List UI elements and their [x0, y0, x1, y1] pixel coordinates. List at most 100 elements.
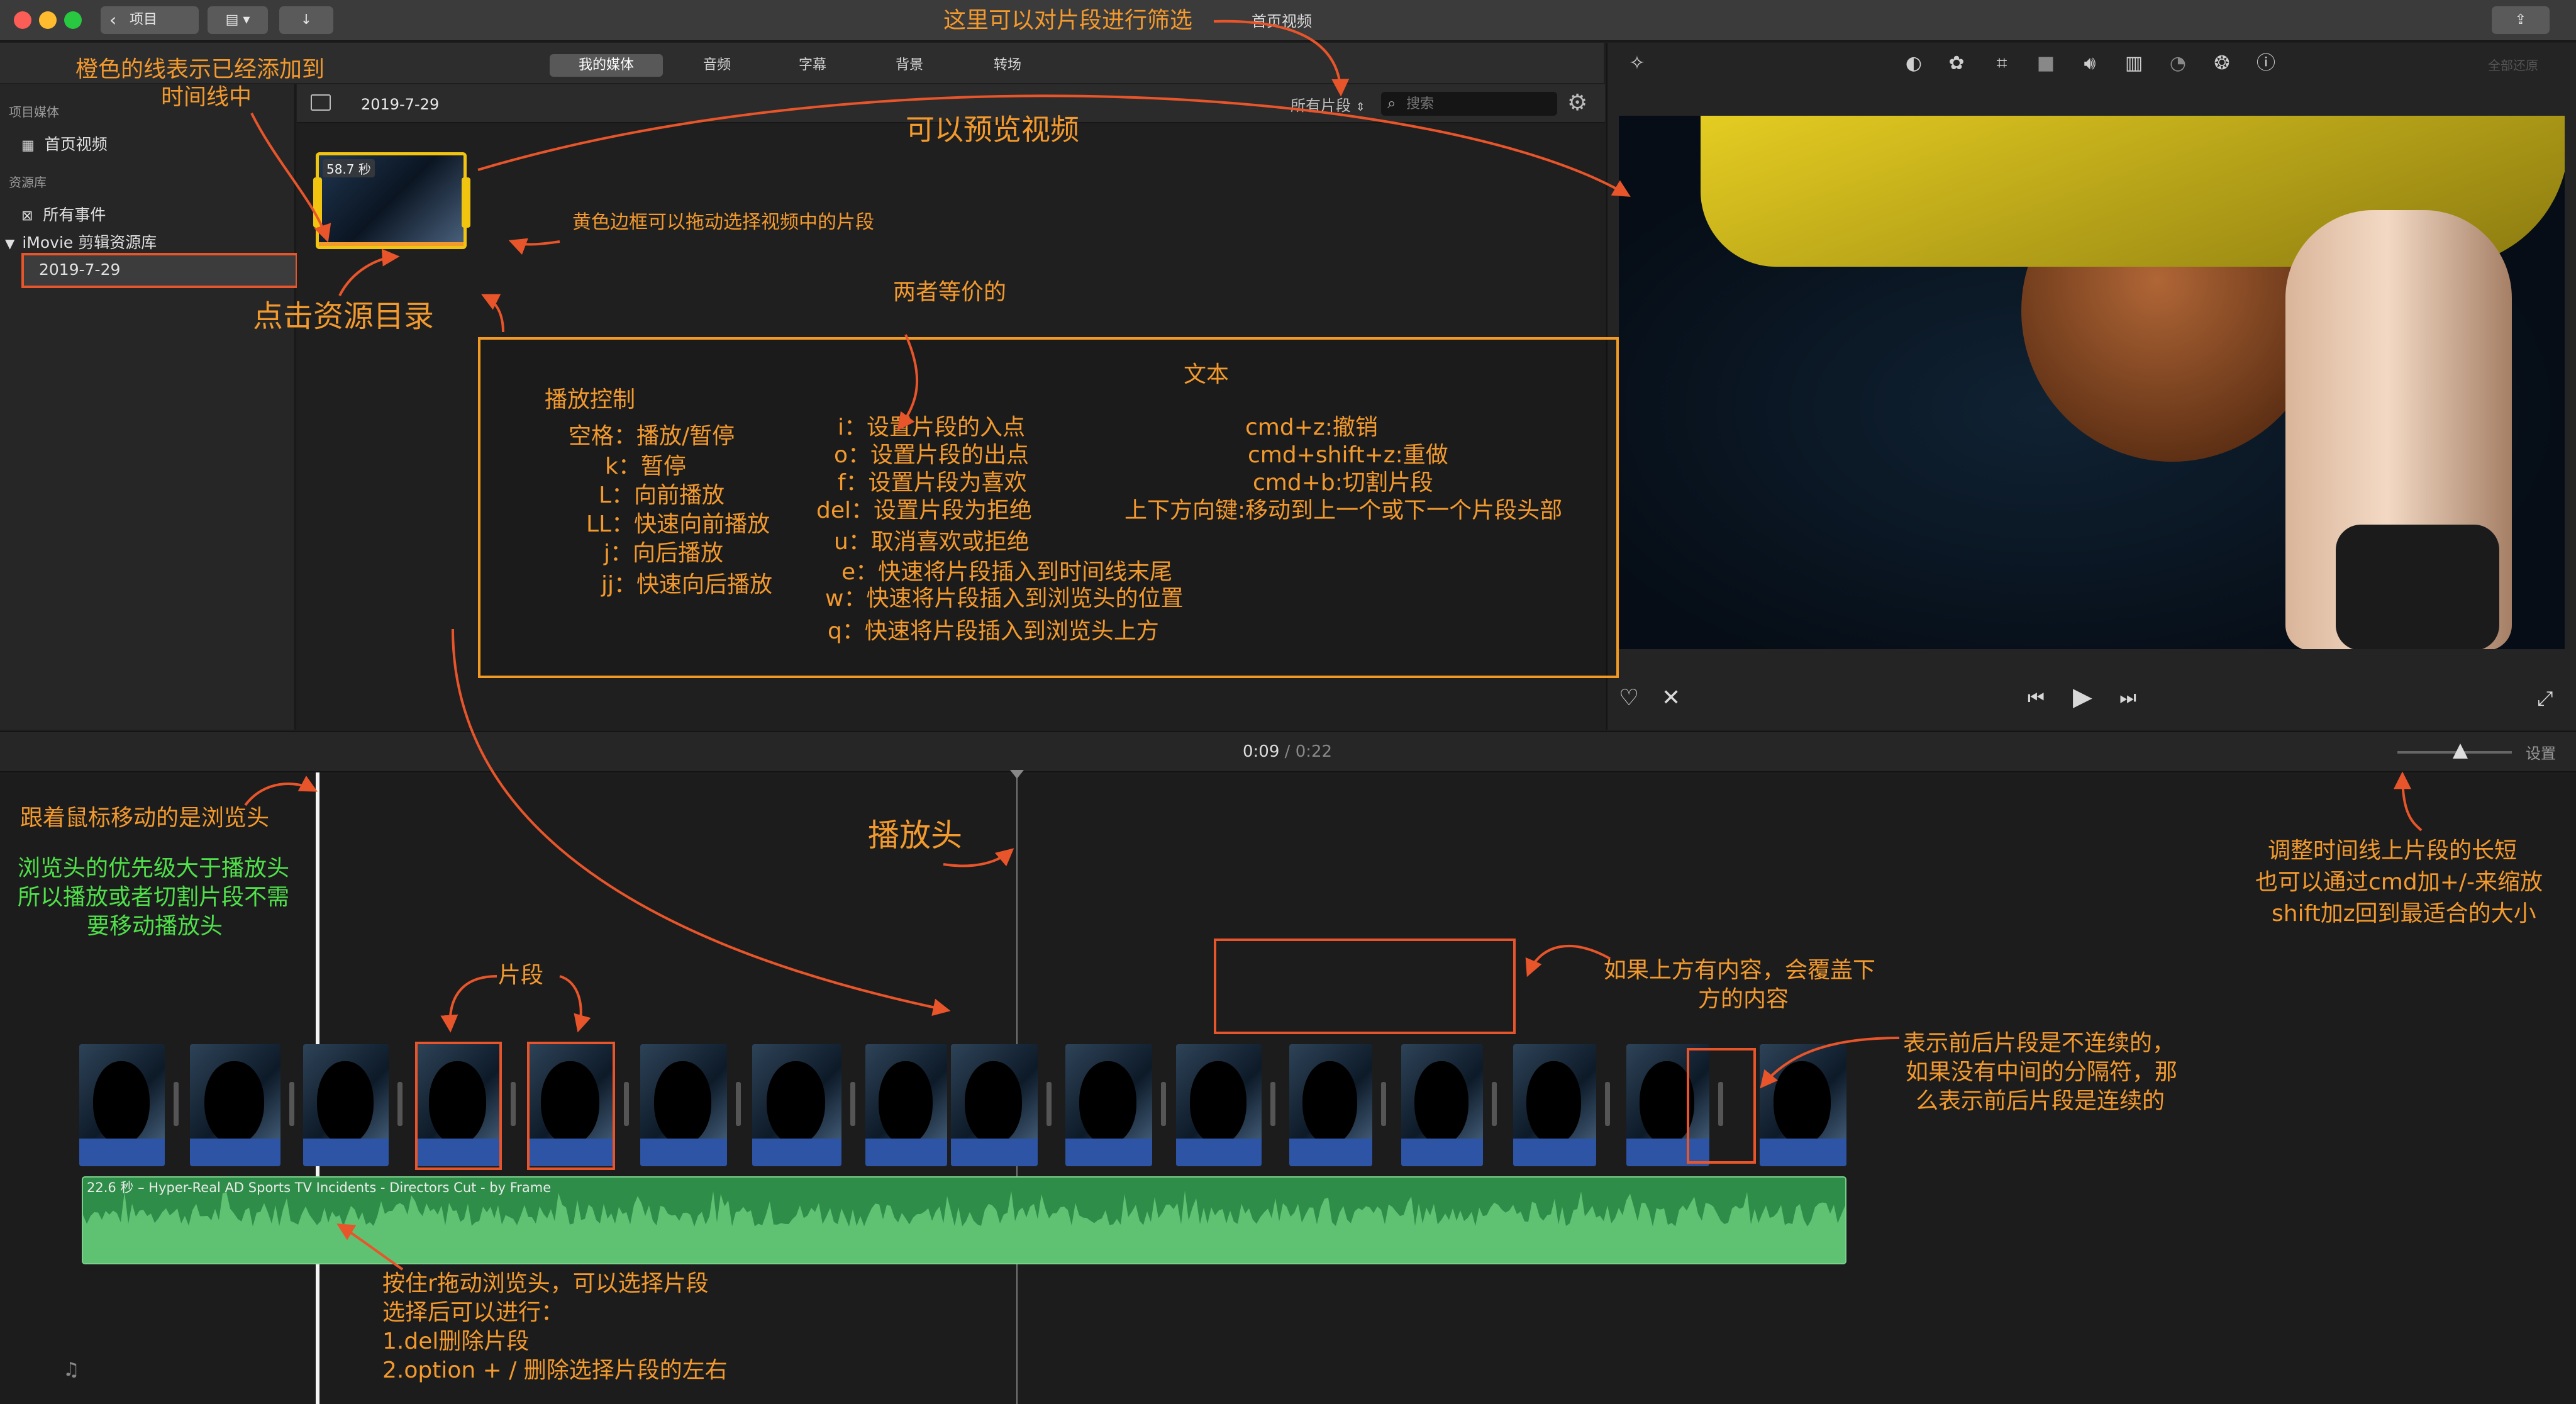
clip-blob [654, 1061, 712, 1145]
shortcut-w: w：快速将片段插入到浏览头的位置 [825, 586, 1184, 611]
gear-icon[interactable]: ⚙ [1567, 91, 1592, 116]
timeline-video-clip[interactable] [1065, 1044, 1152, 1166]
filter-icon[interactable]: ❂ [2210, 52, 2234, 75]
clip-separator [1161, 1082, 1166, 1126]
clip-separator [850, 1082, 855, 1126]
clip-separator [174, 1082, 179, 1126]
timeline-video-clip[interactable] [1513, 1044, 1596, 1166]
color-palette-icon[interactable]: ✿ [1945, 52, 1968, 75]
search-field[interactable]: ⌕ [1381, 92, 1557, 116]
tab-backgrounds[interactable]: 背景 [884, 54, 935, 77]
download-arrow-icon: ↓ [300, 12, 313, 28]
annotation-zoom-2: 也可以通过cmd加+/-来缩放 [2255, 869, 2543, 895]
volume-icon[interactable]: 🔊︎ [2078, 52, 2102, 75]
sidebar-toggle-icon[interactable] [311, 94, 331, 111]
sidebar-item-library[interactable]: ▼ iMovie 剪辑资源库 [5, 230, 157, 253]
trim-handle-right[interactable] [462, 177, 470, 228]
clip-bar [865, 1139, 947, 1166]
sidebar-item-project[interactable]: ▦ 首页视频 [21, 132, 108, 155]
clip-bar [1760, 1139, 1846, 1166]
minimize-window-button[interactable] [39, 11, 57, 29]
clip-bar [752, 1139, 841, 1166]
event-highlight-box [21, 253, 298, 288]
timeline-video-clip[interactable] [640, 1044, 727, 1166]
sidebar-item-all-events[interactable]: ⊠ 所有事件 [21, 203, 106, 225]
audio-clip[interactable]: 22.6 秒 – Hyper-Real AD Sports TV Inciden… [82, 1176, 1846, 1264]
playhead-marker[interactable] [1010, 770, 1024, 779]
clip-bar [1401, 1139, 1483, 1166]
search-input[interactable] [1406, 94, 1551, 113]
trim-handle-left[interactable] [313, 177, 322, 228]
speed-gauge-icon[interactable]: ◔ [2166, 52, 2190, 75]
zoom-slider-thumb[interactable] [2453, 744, 2468, 759]
tab-my-media[interactable]: 我的媒体 [550, 54, 663, 77]
clip-bar [79, 1139, 165, 1166]
timeline-settings-button[interactable]: 设置 [2526, 741, 2556, 763]
stabilization-camera-icon[interactable]: ■ [2034, 52, 2058, 75]
annotation-skimmer-priority-1: 浏览头的优先级大于播放头 [18, 855, 290, 881]
clip-separator [1381, 1082, 1386, 1126]
clip-separator [1270, 1082, 1275, 1126]
timeline-video-clip[interactable] [1760, 1044, 1846, 1166]
restore-all-button[interactable]: 全部还原 [2488, 55, 2538, 74]
clip-filter-select[interactable]: 所有片段 ⇕ [1291, 93, 1365, 115]
timeline-video-clip[interactable] [752, 1044, 841, 1166]
tab-audio[interactable]: 音频 [692, 54, 742, 77]
zoom-window-button[interactable] [64, 11, 82, 29]
updown-chevron-icon: ⇕ [1355, 101, 1365, 114]
title-bar: ‹ 项目 ▤ ▾ ↓ 首页视频 ⇪ [0, 0, 2576, 42]
zoom-slider[interactable] [2397, 744, 2512, 759]
back-button-label: 项目 [130, 12, 158, 28]
timeline-video-clip[interactable] [1289, 1044, 1372, 1166]
tab-transitions[interactable]: 转场 [982, 54, 1033, 77]
timeline-video-clip[interactable] [190, 1044, 280, 1166]
fullscreen-icon[interactable]: ⤢ [2537, 686, 2553, 711]
equalizer-icon[interactable]: ▥ [2122, 52, 2146, 75]
text-title: 文本 [1184, 362, 1230, 387]
share-button[interactable]: ⇪ [2492, 6, 2550, 34]
annotation-zoom-1: 调整时间线上片段的长短 [2268, 838, 2518, 864]
color-balance-icon[interactable]: ◐ [1902, 52, 1926, 75]
timeline-video-clip[interactable] [303, 1044, 389, 1166]
timeline-video-clip[interactable] [1401, 1044, 1483, 1166]
close-window-button[interactable] [14, 11, 31, 29]
clip-blob [1414, 1061, 1468, 1145]
timeline-video-clip[interactable] [865, 1044, 947, 1166]
shortcut-del: del：设置片段为拒绝 [816, 498, 1033, 523]
media-import-button[interactable]: ▤ ▾ [208, 6, 268, 34]
timeline-video-clip[interactable] [1176, 1044, 1262, 1166]
clip-bar [640, 1139, 727, 1166]
event-title: 2019-7-29 [361, 96, 440, 113]
annotation-discontinuous-2: 如果没有中间的分隔符，那 [1906, 1059, 2178, 1085]
play-icon[interactable]: ▶ [2073, 684, 2092, 710]
clip-blob [878, 1061, 933, 1145]
clip-separator [624, 1082, 629, 1126]
magic-wand-icon[interactable]: ✧ [1625, 52, 1649, 75]
back-to-projects-button[interactable]: ‹ 项目 [101, 6, 199, 34]
clip-bar [1513, 1139, 1596, 1166]
annotation-equivalent: 两者等价的 [893, 279, 1007, 305]
timeline-video-clip[interactable] [951, 1044, 1038, 1166]
annotation-discontinuous-1: 表示前后片段是不连续的， [1903, 1030, 2175, 1056]
import-button[interactable]: ↓ [279, 6, 333, 34]
crop-icon[interactable]: ⌗ [1990, 52, 2014, 75]
annotation-orange-line-2: 时间线中 [161, 84, 252, 110]
browser-clip-thumbnail[interactable]: 58.7 秒 [316, 152, 467, 249]
reject-x-icon[interactable]: ✕ [1662, 686, 1680, 711]
video-preview[interactable] [1619, 116, 2565, 649]
music-note-icon[interactable]: ♫ [63, 1359, 80, 1381]
skip-back-icon[interactable]: ⏮︎ [2028, 686, 2045, 711]
time-separator: / [1284, 742, 1291, 761]
clip-separator [397, 1082, 402, 1126]
clip-bar [303, 1139, 389, 1166]
skip-forward-icon[interactable]: ⏭︎ [2119, 686, 2136, 711]
clip-blob [1302, 1061, 1358, 1145]
shortcut-L: L：向前播放 [599, 482, 725, 508]
tab-titles[interactable]: 字幕 [787, 54, 838, 77]
annotation-discontinuous-3: 么表示前后片段是连续的 [1916, 1088, 2165, 1114]
favorite-heart-icon[interactable]: ♡ [1619, 686, 1639, 711]
annotation-select-1: 按住r拖动浏览头，可以选择片段 [382, 1271, 709, 1296]
shortcut-k: k：暂停 [605, 454, 686, 479]
timeline-video-clip[interactable] [79, 1044, 165, 1166]
info-icon[interactable]: ⓘ [2254, 52, 2278, 75]
